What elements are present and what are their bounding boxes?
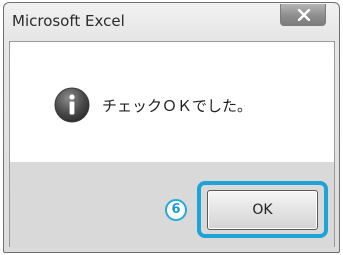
dialog-client-area: チェックＯＫでした。 6 OK (9, 41, 335, 248)
close-x-icon (297, 9, 311, 21)
message-area: チェックＯＫでした。 (10, 42, 334, 162)
info-icon (54, 87, 90, 123)
title-bar: Microsoft Excel (4, 3, 339, 41)
message-text: チェックＯＫでした。 (102, 97, 253, 115)
step-number-badge: 6 (165, 199, 187, 221)
message-box-dialog: Microsoft Excel チェックＯＫでした。 6 OK (3, 2, 340, 253)
ok-button[interactable]: OK (207, 190, 318, 230)
button-area: 6 OK (10, 162, 334, 248)
close-button[interactable] (280, 4, 326, 26)
window-title: Microsoft Excel (12, 12, 125, 30)
